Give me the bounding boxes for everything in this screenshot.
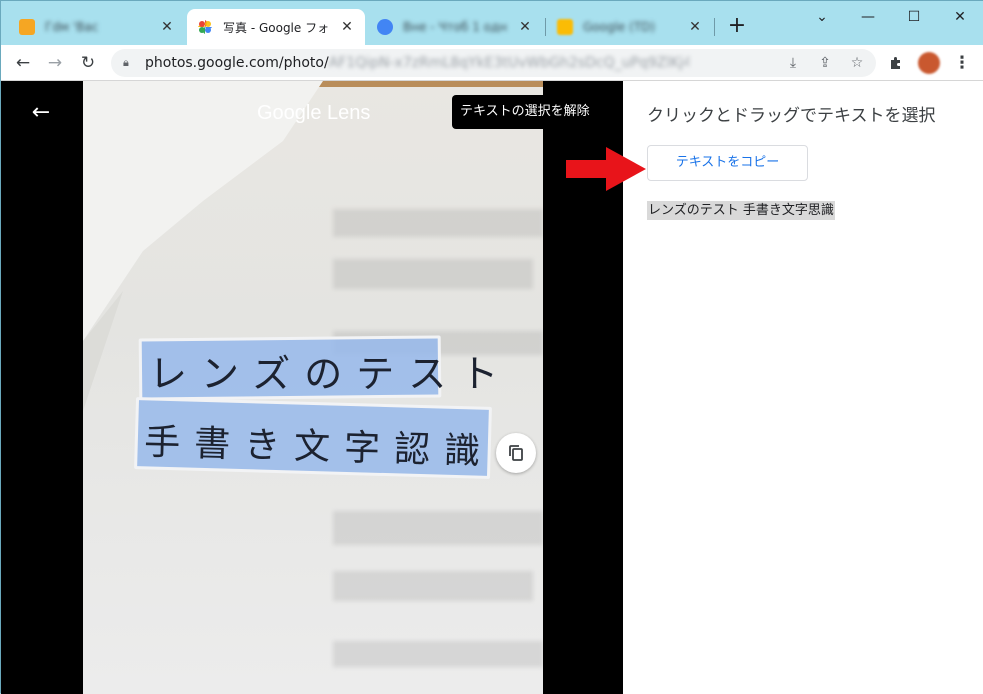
tab-favicon-icon (19, 19, 35, 35)
tab-title: Вне - Чтоб 1 одн (403, 20, 508, 34)
tab-title: Google (TD) (583, 20, 656, 34)
close-window-button[interactable]: ✕ (937, 5, 983, 29)
menu-kebab-icon[interactable]: ⋮ (950, 51, 974, 75)
bookmark-star-icon[interactable]: ☆ (846, 52, 868, 74)
back-arrow-icon[interactable]: ← (27, 99, 55, 127)
tab-title: Гdм 'Вас (45, 20, 99, 34)
tab-search-chevron-icon[interactable]: ⌄ (799, 5, 845, 29)
install-app-icon[interactable]: ⤓ (782, 52, 804, 74)
tab-1[interactable]: Гdм 'Вас ✕ (9, 9, 185, 45)
new-tab-button[interactable]: + (725, 15, 749, 39)
tab-separator (545, 18, 546, 36)
profile-avatar[interactable] (918, 52, 940, 74)
close-tab-icon[interactable]: ✕ (339, 19, 355, 35)
annotation-arrow-icon (566, 147, 646, 191)
url-path: AF1QipN-x7zRmL8qYkE3tUvWbGh2sDcQ_uPq9ZlK… (328, 55, 689, 71)
bleed-through-text (333, 571, 533, 601)
close-tab-icon[interactable]: ✕ (159, 19, 175, 35)
reload-icon[interactable]: ↻ (76, 51, 100, 75)
text-selection-panel: クリックとドラッグでテキストを選択 テキストをコピー レンズのテスト 手書き文字… (623, 81, 983, 694)
photo-image: レンズのテスト 手書き文字認識 (83, 81, 543, 694)
url-host: photos.google.com/photo/ (145, 55, 329, 71)
browser-window: Гdм 'Вас ✕ 写真 - Google フォト ✕ Вне - Чтоб … (0, 0, 983, 694)
tab-favicon-icon (557, 19, 573, 35)
bleed-through-text (333, 641, 543, 667)
copy-icon (507, 442, 525, 463)
back-arrow-icon[interactable]: ← (11, 51, 35, 75)
forward-arrow-icon[interactable]: → (43, 51, 67, 75)
bleed-through-text (333, 259, 533, 289)
tab-title: 写真 - Google フォト (223, 20, 333, 35)
tab-3[interactable]: Вне - Чтоб 1 одн ✕ (367, 9, 543, 45)
tab-favicon-icon (377, 19, 393, 35)
maximize-button[interactable]: ☐ (891, 5, 937, 29)
bleed-through-text (333, 209, 543, 237)
tab-strip: Гdм 'Вас ✕ 写真 - Google フォト ✕ Вне - Чтоб … (1, 1, 983, 45)
close-tab-icon[interactable]: ✕ (687, 19, 703, 35)
recognized-text[interactable]: レンズのテスト 手書き文字思識 (647, 201, 835, 220)
handwriting-line-1: レンズのテスト (149, 352, 513, 396)
lens-viewer: レンズのテスト 手書き文字認識 ← Google Lens テキストの選択を解除 (1, 81, 623, 694)
tab-2[interactable]: 写真 - Google フォト ✕ (187, 9, 365, 45)
share-icon[interactable]: ⇪ (814, 52, 836, 74)
extensions-puzzle-icon[interactable] (885, 51, 909, 75)
copy-text-fab[interactable] (496, 433, 536, 473)
bleed-through-text (333, 511, 543, 545)
google-lens-title: Google Lens (257, 102, 371, 124)
deselect-text-button[interactable]: テキストの選択を解除 (452, 95, 598, 129)
panel-title: クリックとドラッグでテキストを選択 (647, 106, 936, 126)
tab-separator (714, 18, 715, 36)
minimize-button[interactable]: — (845, 5, 891, 29)
lock-icon: 🔒︎ (123, 56, 129, 69)
tab-4[interactable]: Google (TD) ✕ (547, 9, 713, 45)
google-photos-icon (197, 19, 213, 35)
close-tab-icon[interactable]: ✕ (517, 19, 533, 35)
handwriting-line-2: 手書き文字認識 (143, 421, 495, 473)
browser-toolbar: ← → ↻ 🔒︎ photos.google.com/photo/ AF1Qip… (1, 45, 983, 81)
address-bar[interactable]: 🔒︎ photos.google.com/photo/ AF1QipN-x7zR… (111, 49, 876, 77)
copy-text-button[interactable]: テキストをコピー (647, 145, 808, 181)
